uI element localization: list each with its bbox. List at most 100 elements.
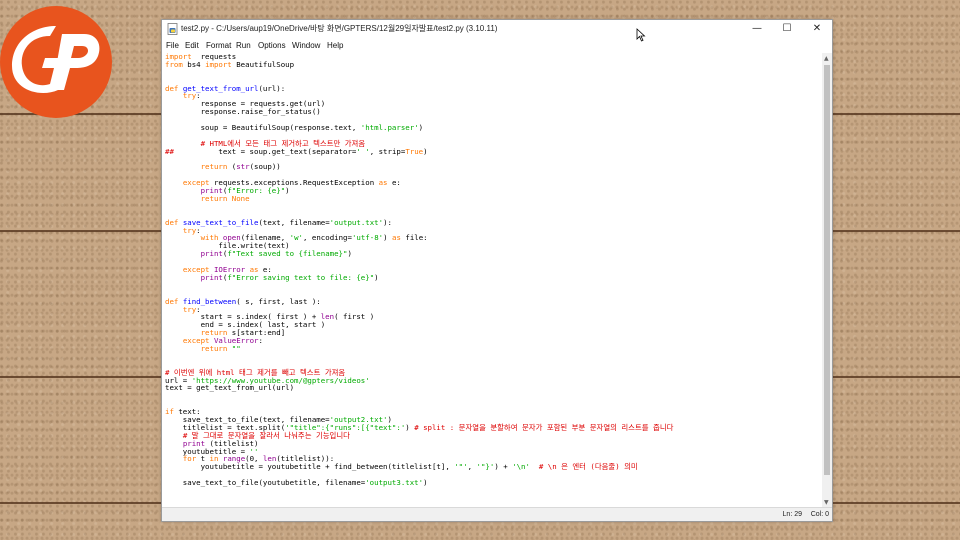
code-token: # split : 문자열을 분할하여 문자가 포함된 부분 문자열의 리스트를… xyxy=(414,422,674,432)
menu-run[interactable]: Run xyxy=(236,41,251,50)
code-line: return "" xyxy=(165,345,673,353)
code-token: print xyxy=(200,272,223,282)
scroll-up-arrow-icon[interactable]: ▲ xyxy=(824,55,829,62)
code-token: 'output3.txt' xyxy=(365,478,424,488)
code-token: soup = BeautifulSoup(response.text, xyxy=(165,123,361,133)
code-token: '"' xyxy=(454,462,468,472)
code-token: import xyxy=(205,59,232,69)
code-token: ) xyxy=(405,422,415,432)
menu-bar: File Edit Format Run Options Window Help xyxy=(162,39,832,53)
code-token: print xyxy=(200,249,223,259)
code-token: bs4 xyxy=(182,59,206,69)
code-token: save_text_to_file(youtubetitle, filename… xyxy=(165,478,366,488)
code-token: (url): xyxy=(258,83,286,93)
code-token: youtubetitle = youtubetitle + find_betwe… xyxy=(165,462,455,472)
code-line: save_text_to_file(youtubetitle, filename… xyxy=(165,479,673,487)
code-line: def save_text_to_file(text, filename='ou… xyxy=(165,217,673,227)
code-line: def get_text_from_url(url): xyxy=(165,83,673,93)
code-token: return xyxy=(200,343,228,353)
code-line: return (str(soup)) xyxy=(165,163,673,171)
code-token: str xyxy=(236,162,250,172)
code-token: # \n 은 엔터 (다음줄) 의미 xyxy=(538,462,638,472)
code-line: from bs4 import BeautifulSoup xyxy=(165,59,673,69)
gp-logo xyxy=(0,6,112,118)
gp-logo-icon xyxy=(12,26,100,93)
close-button[interactable]: ✕ xyxy=(802,20,832,39)
code-token: 'w' xyxy=(289,233,303,243)
code-token: text = get_text_from_url(url) xyxy=(165,383,295,393)
code-token: ' ' xyxy=(356,146,370,156)
code-token: (text, filename= xyxy=(258,217,330,227)
code-token: None xyxy=(231,194,250,204)
title-bar[interactable]: test2.py - C:/Users/aup19/OneDrive/바탕 화면… xyxy=(162,20,832,39)
menu-file[interactable]: File xyxy=(166,41,179,50)
code-token: 'html.parser' xyxy=(360,123,419,133)
menu-edit[interactable]: Edit xyxy=(185,41,199,50)
code-token: ( s, first, last ): xyxy=(236,296,321,306)
maximize-button[interactable]: ☐ xyxy=(772,20,802,39)
code-token: "" xyxy=(231,343,241,353)
status-bar: Ln: 29 Col: 0 xyxy=(162,507,832,521)
code-token: ) xyxy=(374,272,379,282)
code-token: ( xyxy=(227,162,237,172)
code-line: ## text = soup.get_text(separator=' ', s… xyxy=(165,146,673,156)
code-token: True xyxy=(405,146,424,156)
code-token: , xyxy=(467,462,477,472)
menu-help[interactable]: Help xyxy=(327,41,343,50)
window-title: test2.py - C:/Users/aup19/OneDrive/바탕 화면… xyxy=(181,24,498,33)
code-token: (soup)) xyxy=(249,162,281,172)
code-token: ) xyxy=(285,186,290,196)
code-token: ) + xyxy=(494,462,513,472)
code-token: ) xyxy=(423,146,428,156)
scroll-down-arrow-icon[interactable]: ▼ xyxy=(824,499,829,506)
code-editor[interactable]: import requests from bs4 import Beautiful… xyxy=(162,53,822,508)
code-line: def find_between( s, first, last ): xyxy=(165,296,673,306)
minimize-button[interactable]: — xyxy=(742,20,772,39)
code-token: ) xyxy=(418,123,424,133)
code-token: response.raise_for_status() xyxy=(165,107,321,117)
code-token: : xyxy=(258,336,263,346)
code-token: as xyxy=(392,233,401,243)
scrollbar-thumb[interactable] xyxy=(824,65,830,475)
idle-editor-window: test2.py - C:/Users/aup19/OneDrive/바탕 화면… xyxy=(161,19,833,522)
status-column: Col: 0 xyxy=(810,511,829,518)
code-token: BeautifulSoup xyxy=(231,59,295,69)
code-token: return xyxy=(200,162,228,172)
vertical-scrollbar[interactable]: ▲ ▼ xyxy=(822,53,832,508)
menu-window[interactable]: Window xyxy=(292,41,320,50)
code-token: '\n' xyxy=(512,462,530,472)
code-line: print(f"Error saving text to file: {e}") xyxy=(165,272,673,282)
code-line: except ValueError: xyxy=(165,337,673,345)
status-line: Ln: 29 xyxy=(782,511,802,518)
code-token: ) xyxy=(347,249,352,259)
code-line: text = get_text_from_url(url) xyxy=(165,384,673,392)
code-lines: import requests from bs4 import Beautiful… xyxy=(165,53,673,487)
code-token: f"Text saved to {filename}" xyxy=(227,249,348,259)
code-token: ): xyxy=(383,217,392,227)
code-token: f"Error saving text to file: {e}" xyxy=(227,272,375,282)
code-token: text = soup.get_text(separator= xyxy=(173,146,357,156)
code-token: , strip= xyxy=(369,146,406,156)
menu-options[interactable]: Options xyxy=(258,41,286,50)
code-line: youtubetitle = youtubetitle + find_betwe… xyxy=(165,463,673,471)
menu-format[interactable]: Format xyxy=(206,41,231,50)
code-token: ) xyxy=(423,478,428,488)
code-token: return xyxy=(200,194,228,204)
code-token: '"}' xyxy=(476,462,495,472)
python-file-icon xyxy=(167,23,178,35)
code-token: ) xyxy=(383,233,393,243)
code-token: ( first ) xyxy=(334,312,375,322)
code-token: 'output.txt' xyxy=(329,217,384,227)
code-token: e: xyxy=(387,178,401,188)
code-line: return None xyxy=(165,195,673,203)
